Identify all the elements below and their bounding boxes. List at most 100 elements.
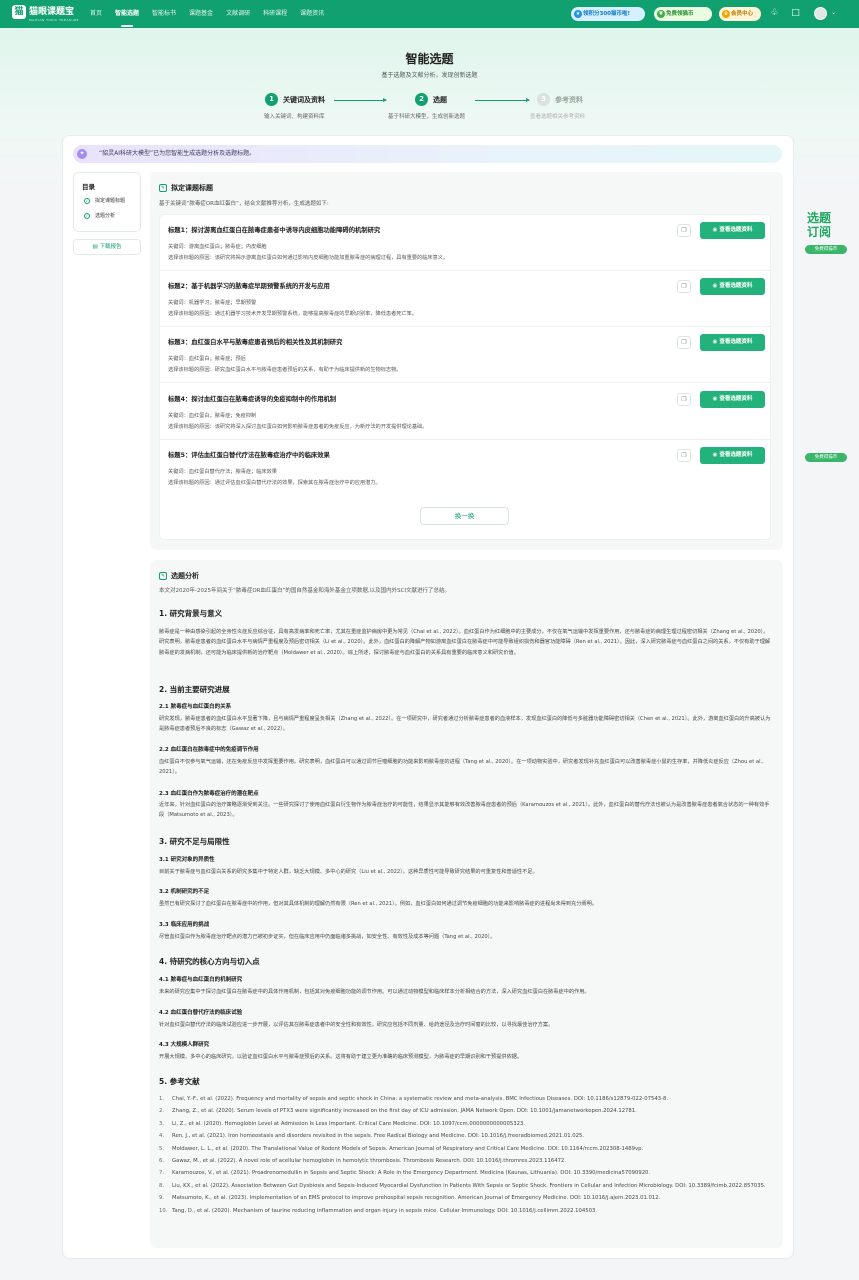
topic-title: 标题1：探讨游离血红蛋白在脓毒症患者中诱导内皮细胞功能障碍的机制研究 — [168, 227, 381, 234]
titles-section-title: 拟定课题标题 — [171, 184, 213, 192]
section-heading-references: 5. 参考文献 — [159, 1077, 200, 1086]
subheading-4-3: 4.3 大规模人群研究 — [159, 1042, 210, 1048]
topic-subscribe-widget[interactable]: 选题 订阅 免费得猫币 — [801, 208, 849, 258]
list-item: 4. Ren, J., et al. (2021). Iron homeostas… — [159, 1133, 585, 1140]
topic-keywords: 关键词：机器学习；脓毒症；早期预警 — [168, 300, 257, 306]
paragraph-4-2: 针对血红蛋白替代疗法的临床试验应进一步开展，以评估其在脓毒症患者中的安全性和有效… — [159, 1022, 554, 1028]
topic-reason: 选择该标题的原因：通过机器学习技术开发早期预警系统，能够提高脓毒症的早期识别率，… — [168, 311, 418, 317]
topic-keywords: 关键词：游离血红蛋白；脓毒症；内皮细胞 — [168, 244, 267, 250]
main-menu: 首页 智能选题 智能标书 课题基金 文献调研 科研课程 课题资讯 — [90, 0, 337, 28]
avatar[interactable] — [814, 7, 827, 20]
menu-courses[interactable]: 科研课程 — [263, 0, 287, 28]
copy-icon[interactable]: ❐ — [677, 224, 691, 237]
step-1-number: 1 — [265, 93, 278, 106]
copy-icon[interactable]: ❐ — [677, 280, 691, 293]
toc-title: 目录 — [82, 183, 95, 191]
step-1-label: 关键词及资料 — [283, 95, 325, 104]
logo-text: 猫眼课题宝 — [29, 7, 75, 17]
menu-smart-topic[interactable]: 智能选题 — [115, 0, 139, 28]
list-item: 7. Karamouzos, V., et al. (2021). Proadre… — [159, 1170, 651, 1177]
subheading-2-2: 2.2 血红蛋白在脓毒症中的免疫调节作用 — [159, 747, 259, 753]
topic-keywords: 关键词：血红蛋白替代疗法；脓毒症；临床效果 — [168, 469, 277, 475]
section-heading-directions: 4. 待研究的核心方向与切入点 — [159, 957, 260, 966]
topic-keywords: 关键词：血红蛋白；脓毒症；免疫抑制 — [168, 413, 257, 419]
crown-icon: ♛ — [722, 10, 730, 18]
message-icon[interactable]: □ — [790, 8, 801, 19]
copy-icon[interactable]: ❐ — [677, 393, 691, 406]
subscribe-title: 选题 订阅 — [807, 211, 832, 239]
list-item: 5. Moldawer, L. L., et al. (2020). The Tr… — [159, 1145, 644, 1152]
toc-item-analysis[interactable]: ✓ 选题分析 — [84, 212, 115, 219]
view-topic-materials-button[interactable]: ◉ 查看选题资料 — [700, 278, 765, 295]
menu-home[interactable]: 首页 — [90, 0, 102, 28]
paragraph-4-3: 开展大规模、多中心的临床研究，以验证血红蛋白水平与脓毒症预后的关系。这将有助于建… — [159, 1054, 523, 1060]
step-2-number: 2 — [415, 93, 428, 106]
paragraph-3-3: 尽管血红蛋白作为脓毒症治疗靶点的潜力已被初步证实，但在临床应用中仍面临诸多挑战，… — [159, 934, 496, 940]
swap-titles-button[interactable]: 换一换 — [420, 507, 509, 525]
analysis-section-header: ✎ 选题分析 — [159, 571, 199, 581]
copy-icon[interactable]: ❐ — [677, 336, 691, 349]
step-1: 1 关键词及资料 — [265, 93, 325, 106]
free-coins-pill[interactable]: 免费得猫币 — [805, 245, 847, 254]
page-subtitle: 基于选题及文献分析，发现创新选题 — [381, 72, 478, 79]
list-item: 8. Liu, KX., et al. (2022). Association B… — [159, 1182, 766, 1189]
menu-topic-fund[interactable]: 课题基金 — [189, 0, 213, 28]
download-report-button[interactable]: ▤ 下载报告 — [73, 239, 141, 255]
topic-title: 标题3：血红蛋白水平与脓毒症患者预后的相关性及其机制研究 — [168, 339, 343, 346]
vip-center-button[interactable]: ♛ 会员中心 — [719, 7, 761, 21]
step-2: 2 选题 — [415, 93, 447, 106]
titles-section-subtitle: 基于关键词“脓毒症OR血红蛋白”，结合文献推荐分析，生成选题如下: — [159, 201, 329, 207]
topic-reason: 选择该标题的原因：该研究将揭示游离血红蛋白如何通过影响内皮细胞功能加重脓毒症的病… — [168, 255, 449, 261]
step-1-desc: 输入关键词、构建资料库 — [264, 114, 325, 120]
menu-smart-proposal[interactable]: 智能标书 — [152, 0, 176, 28]
free-coins-float-button[interactable]: 免费得猫币 — [805, 453, 847, 462]
menu-news[interactable]: 课题资讯 — [300, 0, 324, 28]
section-heading-limitations: 3. 研究不足与局限性 — [159, 837, 230, 846]
promo-points-button[interactable]: ★ 领积分300猫币啦! — [571, 7, 645, 21]
list-item: 标题5：评估血红蛋白替代疗法在脓毒症治疗中的临床效果 关键词：血红蛋白替代疗法；… — [160, 440, 772, 496]
analysis-doc-icon: ✎ — [159, 572, 167, 580]
view-topic-materials-button[interactable]: ◉ 查看选题资料 — [700, 334, 765, 351]
titles-list: 标题1：探讨游离血红蛋白在脓毒症患者中诱导内皮细胞功能障碍的机制研究 关键词：游… — [159, 214, 772, 540]
step-arrow-2 — [475, 98, 530, 102]
section-heading-background: 1. 研究背景与意义 — [159, 609, 223, 618]
paragraph-2-3: 近年来，针对血红蛋白的治疗策略逐渐受到关注。一些研究探讨了使用血红蛋白衍生物作为… — [159, 802, 770, 819]
download-icon: ▤ — [92, 244, 98, 250]
copy-icon[interactable]: ❐ — [677, 449, 691, 462]
menu-literature[interactable]: 文献调研 — [226, 0, 250, 28]
subheading-4-2: 4.2 血红蛋白替代疗法的临床试验 — [159, 1010, 243, 1016]
step-2-desc: 基于科研大模型，生成创新选题 — [388, 114, 466, 120]
toc-item-titles[interactable]: ✓ 拟定课题标题 — [84, 197, 125, 204]
table-of-contents: 目录 ✓ 拟定课题标题 ✓ 选题分析 — [73, 172, 141, 232]
check-circle-icon: ✓ — [84, 197, 90, 204]
edit-doc-icon: ✎ — [159, 184, 167, 192]
analysis-section-title: 选题分析 — [171, 572, 199, 580]
list-item: 标题2：基于机器学习的脓毒症早期预警系统的开发与应用 关键词：机器学习；脓毒症；… — [160, 271, 772, 327]
subheading-3-1: 3.1 研究对象的异质性 — [159, 857, 215, 863]
paragraph-2-2: 血红蛋白不仅参与氧气运输，还在免疫反应中发挥重要作用。研究表明，血红蛋白可以通过… — [159, 759, 764, 776]
free-coins-button[interactable]: ¥ 免费领猫币 — [654, 7, 712, 21]
list-item: 2. Zhang, Z., et al. (2020). Serum levels… — [159, 1108, 637, 1115]
list-item: 标题3：血红蛋白水平与脓毒症患者预后的相关性及其机制研究 关键词：血红蛋白；脓毒… — [160, 327, 772, 383]
topic-title: 标题5：评估血红蛋白替代疗法在脓毒症治疗中的临床效果 — [168, 452, 330, 459]
paragraph-3-2: 虽然已有研究探讨了血红蛋白在脓毒症中的作用，但对其具体机制的理解仍然有限（Ren… — [159, 901, 597, 907]
list-item: 1. Chai, Y.-F., et al. (2022). Frequency … — [159, 1096, 669, 1102]
view-topic-materials-button[interactable]: ◉ 查看选题资料 — [700, 447, 765, 464]
paragraph-2-1: 研究发现，脓毒症患者的血红蛋白水平显著下降，且与病情严重程度呈负相关（Zhang… — [159, 716, 771, 733]
logo[interactable]: 猫 猫眼课题宝 MAOYAN TOPIC TREASURE — [12, 5, 79, 22]
view-topic-materials-button[interactable]: ◉ 查看选题资料 — [700, 391, 765, 408]
analysis-intro: 本文对2020年-2025年间关于“脓毒症OR血红蛋白”的国自然基金和海外基金立… — [159, 588, 451, 594]
topic-keywords: 关键词：血红蛋白；脓毒症；预后 — [168, 356, 246, 362]
ai-banner-text: “貂灵AI科研大模型”已为您智能生成选题分析及选题标题。 — [99, 150, 256, 157]
top-nav: 猫 猫眼课题宝 MAOYAN TOPIC TREASURE 首页 智能选题 智能… — [0, 0, 859, 28]
list-item: 9. Matsumoto, K., et al. (2023). Implemen… — [159, 1195, 661, 1202]
chevron-down-icon[interactable]: ⌄ — [831, 9, 836, 16]
reference-list: 1. Chai, Y.-F., et al. (2022). Frequency … — [159, 1094, 771, 1218]
topic-title: 标题2：基于机器学习的脓毒症早期预警系统的开发与应用 — [168, 283, 330, 290]
coin-icon: ¥ — [657, 10, 665, 18]
list-item: 6. Gawaz, M., et al. (2022). A novel role… — [159, 1157, 566, 1164]
paragraph-4-1: 未来的研究应集中于探讨血红蛋白在脓毒症中的具体作用机制，包括其对免疫细胞功能的调… — [159, 989, 590, 995]
subheading-2-1: 2.1 脓毒症与血红蛋白的关系 — [159, 704, 232, 710]
notification-bell-icon[interactable]: ♧ — [769, 8, 780, 19]
view-topic-materials-button[interactable]: ◉ 查看选题资料 — [700, 222, 765, 239]
